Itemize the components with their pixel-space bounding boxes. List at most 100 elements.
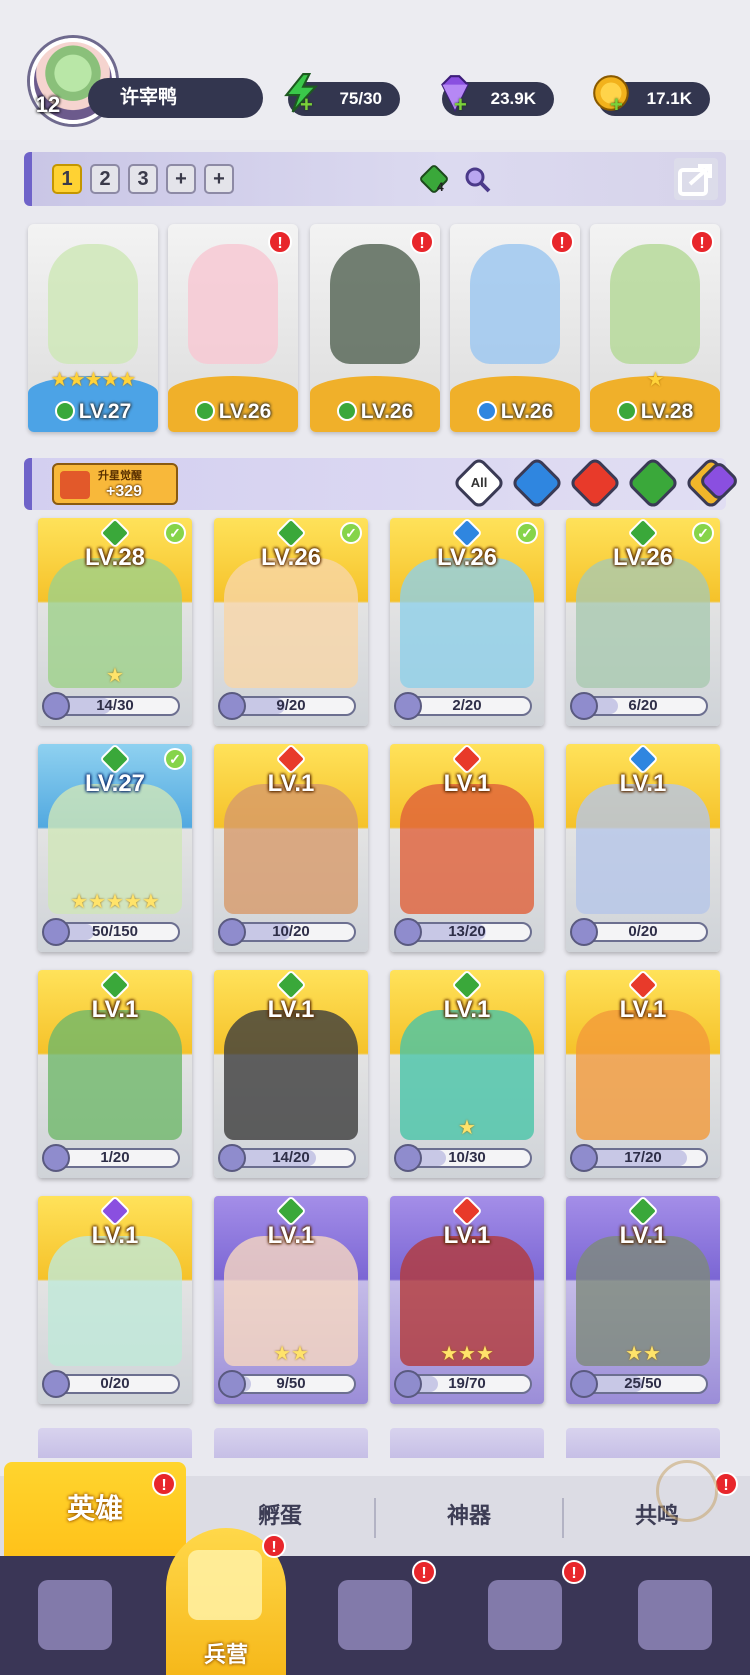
team-slot-2[interactable]: 2 xyxy=(90,164,120,194)
player-name[interactable]: 许宰鸭 xyxy=(88,78,263,118)
hero-card[interactable]: LV.1 ★ 10/30 xyxy=(390,970,544,1178)
hero-card[interactable]: LV.1 ★★ 25/50 xyxy=(566,1196,720,1404)
bottom-nav: 兵营 ! ! ! xyxy=(0,1528,750,1675)
hero-card[interactable]: LV.1 0/20 xyxy=(38,1196,192,1404)
add-gold-button[interactable]: + xyxy=(610,92,623,118)
hero-portrait xyxy=(576,558,710,688)
team-hero-card[interactable]: ★ LV.28! xyxy=(590,224,720,432)
hero-card[interactable]: LV.1 14/20 xyxy=(214,970,368,1178)
hero-card[interactable]: LV.1 10/20 xyxy=(214,744,368,952)
hero-portrait xyxy=(330,244,420,364)
in-team-check-icon: ✓ xyxy=(164,748,186,770)
shard-progress-text: 0/20 xyxy=(628,923,658,940)
team-slot-add-2[interactable]: + xyxy=(204,164,234,194)
hero-card[interactable]: ✓ LV.28 ★ 14/30 xyxy=(38,518,192,726)
shard-icon xyxy=(42,1144,70,1172)
shard-progress-text: 50/150 xyxy=(92,923,138,940)
nav-cards[interactable] xyxy=(0,1556,150,1675)
team-slot-1[interactable]: 1 xyxy=(52,164,82,194)
hero-portrait xyxy=(224,1010,358,1140)
filter-bar: 升星觉醒 +329 All xyxy=(24,456,738,510)
hero-level: LV.1 xyxy=(267,770,315,797)
star-awaken-button[interactable]: 升星觉醒 +329 xyxy=(52,463,178,505)
hero-level-text: LV.26 xyxy=(218,400,272,423)
hero-card-partial xyxy=(38,1428,192,1458)
hero-card[interactable]: LV.1 1/20 xyxy=(38,970,192,1178)
hero-level: LV.1 xyxy=(443,996,491,1023)
hero-card[interactable]: LV.1 17/20 xyxy=(566,970,720,1178)
hero-stars: ★ xyxy=(458,1117,476,1139)
add-energy-button[interactable]: + xyxy=(300,92,313,118)
hero-level: LV.26 xyxy=(436,544,498,571)
hero-level-text: LV.28 xyxy=(640,400,694,423)
search-icon[interactable] xyxy=(462,164,492,194)
shard-icon xyxy=(42,692,70,720)
in-team-check-icon: ✓ xyxy=(340,522,362,544)
alert-icon: ! xyxy=(550,230,574,254)
hero-level-text: LV.27 xyxy=(78,400,132,423)
shard-progress-text: 17/20 xyxy=(624,1149,662,1166)
shard-icon xyxy=(394,918,422,946)
hero-card[interactable]: LV.1 ★★★ 19/70 xyxy=(390,1196,544,1404)
hero-card[interactable]: ✓ LV.26 6/20 xyxy=(566,518,720,726)
hero-stars: ★★ xyxy=(625,1343,661,1365)
cards-icon xyxy=(38,1580,112,1650)
team-bar: 1 2 3 + + 4 xyxy=(24,152,726,206)
castle-icon xyxy=(488,1580,562,1650)
hero-card[interactable]: ✓ LV.26 9/20 xyxy=(214,518,368,726)
element-icon xyxy=(336,401,357,421)
tab-heroes-alert-icon: ! xyxy=(152,1472,176,1496)
add-gems-button[interactable]: + xyxy=(454,92,467,118)
hero-card[interactable]: LV.1 13/20 xyxy=(390,744,544,952)
team-slot-add-1[interactable]: + xyxy=(166,164,196,194)
hero-portrait xyxy=(48,244,138,364)
team-hero-card[interactable]: LV.26! xyxy=(450,224,580,432)
shard-progress-text: 9/20 xyxy=(276,697,306,714)
team-hero-card[interactable]: ★★★★★ LV.27 xyxy=(28,224,158,432)
hero-level: LV.27 xyxy=(28,400,158,424)
hero-card[interactable]: ✓ LV.27 ★★★★★ 50/150 xyxy=(38,744,192,952)
hero-card[interactable]: LV.1 0/20 xyxy=(566,744,720,952)
hero-level: LV.1 xyxy=(267,996,315,1023)
team-slot-3[interactable]: 3 xyxy=(128,164,158,194)
shard-progress-text: 10/20 xyxy=(272,923,310,940)
shard-icon xyxy=(218,692,246,720)
hero-portrait xyxy=(224,784,358,914)
nav-castle-alert-icon: ! xyxy=(562,1560,586,1584)
shard-progress-text: 14/30 xyxy=(96,697,134,714)
shard-icon xyxy=(42,1370,70,1398)
team-hero-card[interactable]: LV.26! xyxy=(310,224,440,432)
nav-map[interactable]: ! xyxy=(300,1556,450,1675)
hero-card[interactable]: LV.1 ★★ 9/50 xyxy=(214,1196,368,1404)
tab-artifact[interactable]: 神器 xyxy=(376,1476,562,1556)
nav-mushroom[interactable] xyxy=(600,1556,750,1675)
nav-castle[interactable]: ! xyxy=(450,1556,600,1675)
element-icon xyxy=(616,401,637,421)
awaken-label: 升星觉醒 xyxy=(98,470,142,482)
helmet-icon xyxy=(188,1550,262,1620)
awaken-value: +329 xyxy=(106,483,143,500)
hero-level: LV.26 xyxy=(612,544,674,571)
share-icon[interactable] xyxy=(674,158,718,200)
hero-stars: ★ xyxy=(106,665,124,687)
filter-fire-icon[interactable] xyxy=(568,456,622,510)
filter-all[interactable]: All xyxy=(452,456,506,510)
nav-barracks[interactable]: 兵营 ! xyxy=(166,1528,286,1675)
map-icon xyxy=(338,1580,412,1650)
nav-barracks-label: 兵营 xyxy=(203,1642,248,1667)
hero-level-text: LV.26 xyxy=(500,400,554,423)
hero-level: LV.26 xyxy=(260,544,322,571)
hero-card[interactable]: ✓ LV.26 2/20 xyxy=(390,518,544,726)
hero-stars: ★★★★★ xyxy=(70,891,160,913)
hero-stars: ★★ xyxy=(273,1343,309,1365)
shard-progress-text: 6/20 xyxy=(628,697,658,714)
hero-portrait xyxy=(470,244,560,364)
in-team-check-icon: ✓ xyxy=(164,522,186,544)
team-hero-card[interactable]: LV.26! xyxy=(168,224,298,432)
filter-water-icon[interactable] xyxy=(510,456,564,510)
resonance-ring-icon xyxy=(656,1460,718,1522)
hero-portrait xyxy=(576,784,710,914)
hero-stars: ★★★★★ xyxy=(50,369,137,391)
filter-nature-icon[interactable] xyxy=(626,456,680,510)
nature-element-icon xyxy=(420,165,448,193)
